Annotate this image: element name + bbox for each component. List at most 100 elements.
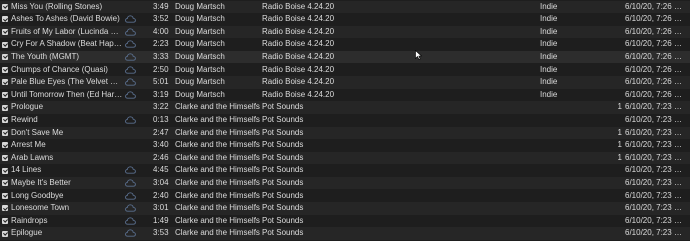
cloud-download-icon[interactable] [125, 191, 136, 200]
track-plays [606, 190, 622, 203]
track-checkbox[interactable] [2, 215, 10, 228]
cloud-download-icon[interactable] [125, 166, 136, 174]
track-genre [540, 101, 600, 114]
track-checkbox[interactable] [2, 89, 10, 102]
cloud-status [125, 127, 137, 140]
cloud-status[interactable] [125, 13, 137, 26]
track-album: Pot Sounds [262, 127, 304, 137]
track-genre [540, 127, 600, 140]
cloud-status[interactable] [125, 26, 137, 39]
checkbox-checked-icon [2, 230, 8, 237]
cloud-status[interactable] [125, 202, 137, 215]
track-checkbox[interactable] [2, 114, 10, 127]
track-row[interactable]: Ashes To Ashes (David Bowie) 3:52 Doug Mar… [0, 13, 690, 26]
track-date-added: 6/10/20, 7:23 PM [625, 152, 685, 162]
track-date-added: 6/10/20, 7:23 PM [625, 165, 685, 175]
track-row[interactable]: Long Goodbye 2:40 Clarke and the Himselfs P… [0, 189, 690, 203]
track-row[interactable]: Cry For A Shadow (Beat Happe... 2:23 Doug … [0, 38, 690, 51]
track-checkbox[interactable] [2, 64, 10, 77]
checkbox-checked-icon [2, 28, 8, 35]
cloud-status[interactable] [125, 51, 137, 64]
track-row[interactable]: Lonesome Town 3:01 Clarke and the Himselfs… [0, 202, 690, 215]
track-checkbox[interactable] [2, 127, 10, 140]
track-title: Arab Lawns [11, 152, 54, 162]
track-row[interactable]: 14 Lines 4:45 Clarke and the Himselfs Pot S… [0, 164, 690, 177]
track-artist: Clarke and the Himselfs [175, 140, 260, 150]
cloud-status[interactable] [125, 76, 137, 89]
track-row[interactable]: Rewind 0:13 Clarke and the Himselfs Pot Sou… [0, 113, 690, 127]
cloud-download-icon[interactable] [125, 204, 136, 212]
track-checkbox[interactable] [2, 1, 10, 14]
cloud-download-icon[interactable] [125, 179, 136, 187]
track-checkbox[interactable] [2, 164, 10, 177]
track-artist: Doug Martsch [175, 1, 225, 11]
cloud-download-icon[interactable] [125, 40, 136, 48]
cloud-status[interactable] [125, 190, 137, 203]
track-checkbox[interactable] [2, 139, 10, 152]
cloud-download-icon[interactable] [125, 28, 136, 36]
cloud-status[interactable] [125, 177, 137, 190]
cloud-download-icon[interactable] [125, 91, 136, 99]
track-row[interactable]: Raindrops 1:49 Clarke and the Himselfs Pot … [0, 214, 690, 228]
track-checkbox[interactable] [2, 26, 10, 39]
cloud-status[interactable] [125, 114, 137, 127]
track-artist: Doug Martsch [175, 14, 225, 24]
track-album: Pot Sounds [262, 165, 304, 175]
cloud-status[interactable] [125, 227, 137, 240]
cloud-download-icon[interactable] [125, 78, 136, 86]
cloud-status[interactable] [125, 89, 137, 102]
cloud-status[interactable] [125, 215, 137, 228]
track-genre [540, 190, 600, 203]
cloud-download-icon[interactable] [125, 53, 136, 61]
track-date-added: 6/10/20, 7:26 PM [625, 77, 685, 87]
track-row[interactable]: Miss You (Rolling Stones) 3:49 Doug Martsc… [0, 0, 690, 14]
track-album: Radio Boise 4.24.20 [262, 1, 335, 11]
track-time: 3:22 [153, 102, 169, 112]
track-title: Arrest Me [11, 140, 46, 150]
track-checkbox[interactable] [2, 38, 10, 51]
track-title: Prologue [11, 102, 44, 112]
track-row[interactable]: Maybe It's Better 3:04 Clarke and the Hims… [0, 176, 690, 190]
checkbox-checked-icon [2, 167, 8, 174]
track-checkbox[interactable] [2, 13, 10, 26]
track-title: 14 Lines [11, 165, 42, 175]
track-checkbox[interactable] [2, 202, 10, 215]
track-checkbox[interactable] [2, 227, 10, 240]
track-album: Radio Boise 4.24.20 [262, 64, 335, 74]
cloud-status[interactable] [125, 164, 137, 177]
track-plays [606, 227, 622, 240]
cloud-download-icon[interactable] [125, 229, 136, 237]
track-date-added: 6/10/20, 7:23 PM [625, 177, 685, 187]
track-checkbox[interactable] [2, 51, 10, 64]
track-row[interactable]: Fruits of My Labor (Lucinda Will... 4:00 D… [0, 25, 690, 39]
track-genre [540, 202, 600, 215]
track-row[interactable]: Don't Save Me 2:47 Clarke and the Himselfs… [0, 126, 690, 140]
track-row[interactable]: Chumps of Chance (Quasi) 2:50 Doug Martsch… [0, 63, 690, 77]
track-row[interactable]: Prologue 3:22 Clarke and the Himselfs Pot S… [0, 101, 690, 114]
track-row[interactable]: Epilogue 3:53 Clarke and the Himselfs Pot S… [0, 227, 690, 240]
track-checkbox[interactable] [2, 190, 10, 203]
track-checkbox[interactable] [2, 152, 10, 165]
cloud-download-icon[interactable] [125, 65, 136, 74]
track-row[interactable]: Until Tomorrow Then (Ed Harco... 3:19 Doug… [0, 88, 690, 102]
track-time: 3:04 [153, 177, 169, 187]
track-checkbox[interactable] [2, 177, 10, 190]
cloud-download-icon[interactable] [125, 217, 136, 225]
track-artist: Doug Martsch [175, 26, 225, 36]
track-row[interactable]: Arrest Me 3:40 Clarke and the Himselfs Pot … [0, 139, 690, 152]
track-row[interactable]: Arab Lawns 2:46 Clarke and the Himselfs Pot… [0, 151, 690, 165]
track-title: Raindrops [11, 215, 48, 225]
cloud-download-icon[interactable] [125, 116, 136, 124]
track-checkbox[interactable] [2, 76, 10, 89]
track-row[interactable]: Pale Blue Eyes (The Velvet Und... 5:01 Dou… [0, 76, 690, 89]
track-checkbox[interactable] [2, 101, 10, 114]
track-row[interactable]: The Youth (MGMT) 3:33 Doug Martsch Radio Bo… [0, 50, 690, 64]
cloud-status[interactable] [125, 38, 137, 51]
checkbox-checked-icon [2, 129, 8, 136]
track-time: 3:49 [153, 1, 169, 11]
track-album: Radio Boise 4.24.20 [262, 26, 335, 36]
cloud-download-icon[interactable] [125, 15, 136, 23]
track-plays [606, 51, 622, 64]
track-artist: Doug Martsch [175, 39, 225, 49]
cloud-status[interactable] [125, 64, 137, 77]
